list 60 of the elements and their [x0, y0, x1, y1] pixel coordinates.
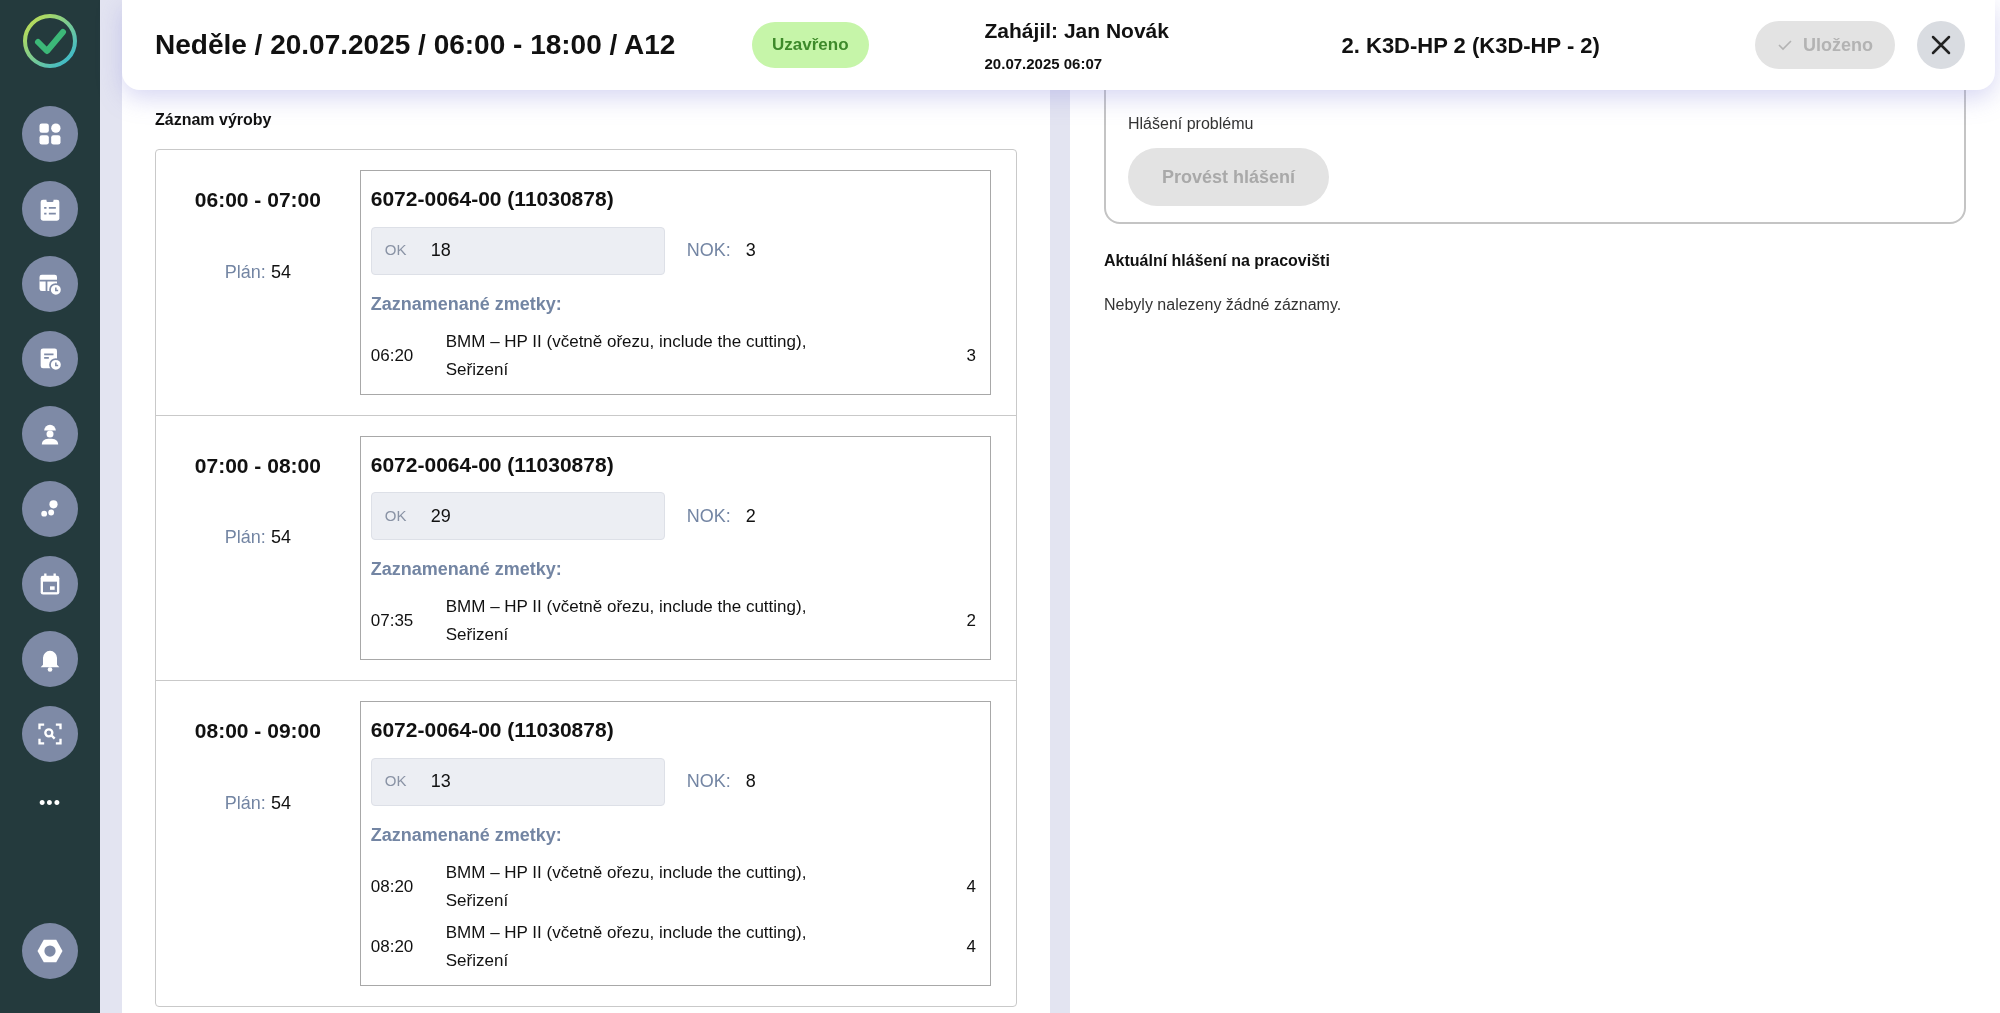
scrap-count: 4 — [966, 875, 977, 898]
more-dots[interactable]: ••• — [39, 790, 61, 817]
scrap-title: Zaznamenané zmetky: — [370, 823, 563, 847]
plan-label: Plán: — [224, 791, 266, 815]
section-title: Záznam výroby — [155, 110, 273, 130]
check-icon — [1777, 37, 1793, 53]
scan-nav-button[interactable] — [22, 706, 78, 762]
nok-value: 2 — [745, 504, 756, 528]
empty-message: Nebyly nalezeny žádné záznamy. — [1104, 295, 1343, 315]
nok-label: NOK: — [686, 504, 731, 528]
hour-range: 08:00 - 09:00 — [194, 718, 321, 744]
hour-range: 06:00 - 07:00 — [194, 187, 321, 213]
check-logo-icon[interactable] — [22, 13, 78, 69]
nok-value: 8 — [745, 770, 756, 793]
settings-button[interactable] — [22, 923, 78, 979]
product-code: 6072-0064-00 (11030878) — [370, 451, 615, 478]
shift-title: Neděle / 20.07.2025 / 06:00 - 18:00 / A12 — [155, 28, 677, 62]
scrap-time: 08:20 — [370, 935, 415, 958]
scrap-reason: BMM – HP II (včetně ořezu, include the cutting), Seřizení — [445, 921, 808, 972]
scrap-count: 3 — [966, 344, 977, 367]
dots-nav-button[interactable] — [22, 481, 78, 537]
clipboard-nav-button[interactable] — [22, 181, 78, 237]
status-badge: Uzavřeno — [752, 22, 869, 68]
close-icon — [1930, 34, 1952, 56]
ok-count-field[interactable]: OK 29 — [370, 492, 665, 540]
plan-value: 54 — [270, 526, 291, 549]
hour-range: 07:00 - 08:00 — [194, 452, 321, 479]
scrap-time: 06:20 — [370, 344, 415, 367]
ok-count-field[interactable]: OK 18 — [370, 226, 665, 275]
started-at: 20.07.2025 06:07 — [984, 53, 1104, 74]
product-code: 6072-0064-00 (11030878) — [370, 717, 615, 743]
scrap-reason: BMM – HP II (včetně ořezu, include the cutting), Seřizení — [445, 330, 808, 381]
bell-nav-button[interactable] — [22, 631, 78, 687]
plan-label: Plán: — [224, 260, 266, 284]
table-clock-nav-button[interactable] — [22, 256, 78, 312]
scrap-title: Zaznamenané zmetky: — [370, 558, 563, 581]
started-by: Zahájil: Jan Novák — [984, 18, 1170, 44]
section-title: Aktuální hlášení na pracovišti — [1104, 251, 1331, 271]
worker-nav-button[interactable] — [22, 406, 78, 462]
scrap-reason: BMM – HP II (včetně ořezu, include the cutting), Seřizení — [445, 861, 808, 912]
calendar-nav-button[interactable] — [22, 556, 78, 612]
workplace-name: 2. K3D-HP 2 (K3D-HP - 2) — [1341, 31, 1600, 60]
calendar-clock-nav-button[interactable] — [22, 331, 78, 387]
plan-value: 54 — [270, 260, 291, 284]
scrap-reason: BMM – HP II (včetně ořezu, include the cutting), Seřizení — [445, 596, 808, 646]
nok-label: NOK: — [686, 770, 731, 793]
ok-count-field[interactable]: OK 13 — [370, 757, 665, 806]
nok-value: 3 — [745, 239, 756, 262]
plan-label: Plán: — [224, 526, 266, 549]
plan-value: 54 — [270, 791, 291, 815]
dashboard-nav-button[interactable] — [22, 106, 78, 162]
problem-subtitle: Hlášení problému — [1128, 114, 1255, 134]
scrap-count: 4 — [966, 935, 977, 958]
scrap-time: 08:20 — [370, 875, 415, 898]
nok-label: NOK: — [686, 239, 731, 262]
scrap-title: Zaznamenané zmetky: — [370, 292, 563, 316]
close-button[interactable] — [1917, 21, 1965, 69]
scrap-count: 2 — [966, 610, 977, 632]
product-code: 6072-0064-00 (11030878) — [370, 186, 615, 212]
scrap-time: 07:35 — [370, 610, 415, 632]
